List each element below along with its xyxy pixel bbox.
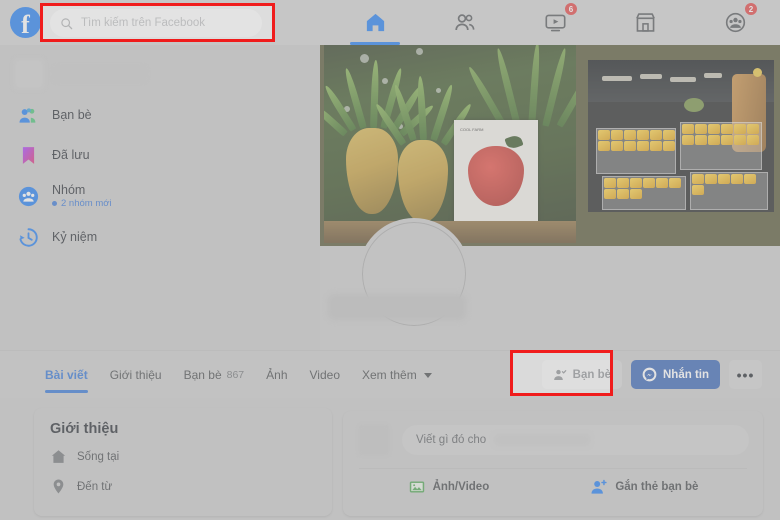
composer-top-row: Viết gì đó cho xyxy=(357,423,749,457)
friends-button-label: Bạn bè xyxy=(572,368,611,381)
post-composer-card: Viết gì đó cho Ảnh/Video Gắn thẻ bạn bè xyxy=(343,411,763,516)
profile-header xyxy=(320,218,780,350)
tab-label: Bài viết xyxy=(45,368,88,382)
bookmark-icon xyxy=(16,143,40,167)
composer-input[interactable]: Viết gì đó cho xyxy=(402,425,749,455)
watch-icon xyxy=(544,14,566,32)
sidebar-profile[interactable] xyxy=(0,45,320,95)
intro-row-label: Sống tại xyxy=(77,450,120,463)
tab-about[interactable]: Giới thiệu xyxy=(110,351,162,399)
nav-item-friends[interactable] xyxy=(420,0,510,45)
cover-photo-left-pane: COOL FARM ★ NHẬT BẢN xyxy=(324,36,576,243)
intro-row-from[interactable]: Đến từ xyxy=(50,478,316,495)
watch-badge: 6 xyxy=(564,2,578,16)
clock-icon xyxy=(16,225,40,249)
friends-icon xyxy=(455,13,475,30)
sidebar-item-label: Nhóm xyxy=(52,183,86,197)
photo-video-button[interactable]: Ảnh/Video xyxy=(408,478,490,496)
sidebar-item-saved[interactable]: Đã lưu xyxy=(0,135,320,175)
sidebar-item-sublabel: 2 nhóm mới xyxy=(52,198,112,209)
marketplace-icon xyxy=(635,13,655,32)
friends-icon xyxy=(16,103,40,127)
tab-posts[interactable]: Bài viết xyxy=(45,351,88,399)
home-icon xyxy=(366,13,384,32)
tab-photos[interactable]: Ảnh xyxy=(266,351,287,399)
tag-friend-label: Gắn thẻ bạn bè xyxy=(615,481,699,493)
intro-card: Giới thiệu Sống tại Đến từ xyxy=(34,408,332,516)
cover-photo-right-pane xyxy=(588,60,774,212)
sidebar-item-subtext: 2 nhóm mới xyxy=(61,198,112,209)
tag-friend-icon xyxy=(591,479,607,494)
facebook-logo-icon[interactable]: f xyxy=(10,7,41,38)
sidebar-item-label: Bạn bè xyxy=(52,108,92,122)
sidebar-item-label: Kỷ niệm xyxy=(52,230,98,244)
profile-action-buttons: Bạn bè Nhắn tin ••• xyxy=(541,360,762,389)
tab-label: Giới thiệu xyxy=(109,368,162,382)
tab-label: Video xyxy=(309,368,340,382)
search-icon xyxy=(61,17,73,29)
nav-item-marketplace[interactable] xyxy=(600,0,690,45)
message-button-label: Nhắn tin xyxy=(663,368,709,381)
tab-label: Xem thêm xyxy=(362,368,417,382)
intro-card-title: Giới thiệu xyxy=(50,421,119,437)
more-options-button[interactable]: ••• xyxy=(729,360,762,389)
profile-tabs-row: Bài viết Giới thiệu Bạn bè 867 Ảnh Video… xyxy=(0,350,780,398)
message-button[interactable]: Nhắn tin xyxy=(631,360,720,389)
home-icon xyxy=(51,450,66,463)
groups-badge: 2 xyxy=(744,2,758,16)
sidebar-avatar-redacted xyxy=(14,59,44,89)
photo-video-label: Ảnh/Video xyxy=(432,481,490,493)
sidebar-name-redacted xyxy=(54,67,146,81)
intro-row-lives-in[interactable]: Sống tại xyxy=(50,448,316,465)
composer-avatar-redacted xyxy=(357,423,391,457)
tab-more[interactable]: Xem thêm xyxy=(362,351,432,399)
person-check-icon xyxy=(553,369,567,380)
location-pin-icon xyxy=(53,479,64,494)
sidebar-item-groups[interactable]: Nhóm 2 nhóm mới xyxy=(0,175,320,217)
nav-icon-group: 6 2 xyxy=(330,0,780,45)
top-navigation-bar: f Tìm kiếm trên Facebook 6 2 xyxy=(0,0,780,45)
messenger-icon xyxy=(642,367,657,382)
ellipsis-icon: ••• xyxy=(736,366,755,383)
tab-friends-count: 867 xyxy=(226,369,245,381)
tab-friends[interactable]: Bạn bè 867 xyxy=(184,351,245,399)
profile-name-redacted xyxy=(328,294,466,320)
sidebar-item-label: Đã lưu xyxy=(52,148,90,162)
tag-friend-button[interactable]: Gắn thẻ bạn bè xyxy=(590,478,698,496)
new-indicator-dot xyxy=(52,201,57,206)
nav-item-groups[interactable]: 2 xyxy=(690,0,780,45)
groups-icon xyxy=(16,184,40,208)
nav-item-home[interactable] xyxy=(330,0,420,45)
sidebar-item-friends[interactable]: Bạn bè xyxy=(0,95,320,135)
facebook-profile-screenshot: COOL FARM ★ NHẬT BẢN xyxy=(0,0,780,520)
nav-item-watch[interactable]: 6 xyxy=(510,0,600,45)
composer-name-redacted xyxy=(494,434,591,446)
photo-video-icon xyxy=(409,481,424,493)
intro-row-label: Đến từ xyxy=(77,480,113,493)
chevron-down-icon xyxy=(423,372,432,378)
tab-label: Ảnh xyxy=(266,368,288,382)
search-input[interactable]: Tìm kiếm trên Facebook xyxy=(50,9,262,37)
profile-tabs: Bài viết Giới thiệu Bạn bè 867 Ảnh Video… xyxy=(45,351,432,399)
sidebar-item-memories[interactable]: Kỷ niệm xyxy=(0,217,320,257)
tab-label: Bạn bè xyxy=(183,368,222,382)
groups-icon xyxy=(725,12,745,33)
search-placeholder: Tìm kiếm trên Facebook xyxy=(81,17,205,29)
cover-photo[interactable]: COOL FARM ★ NHẬT BẢN xyxy=(320,33,780,246)
composer-actions: Ảnh/Video Gắn thẻ bạn bè xyxy=(357,469,749,496)
friends-button[interactable]: Bạn bè xyxy=(541,360,622,389)
composer-placeholder: Viết gì đó cho xyxy=(416,434,487,446)
tab-videos[interactable]: Video xyxy=(310,351,340,399)
